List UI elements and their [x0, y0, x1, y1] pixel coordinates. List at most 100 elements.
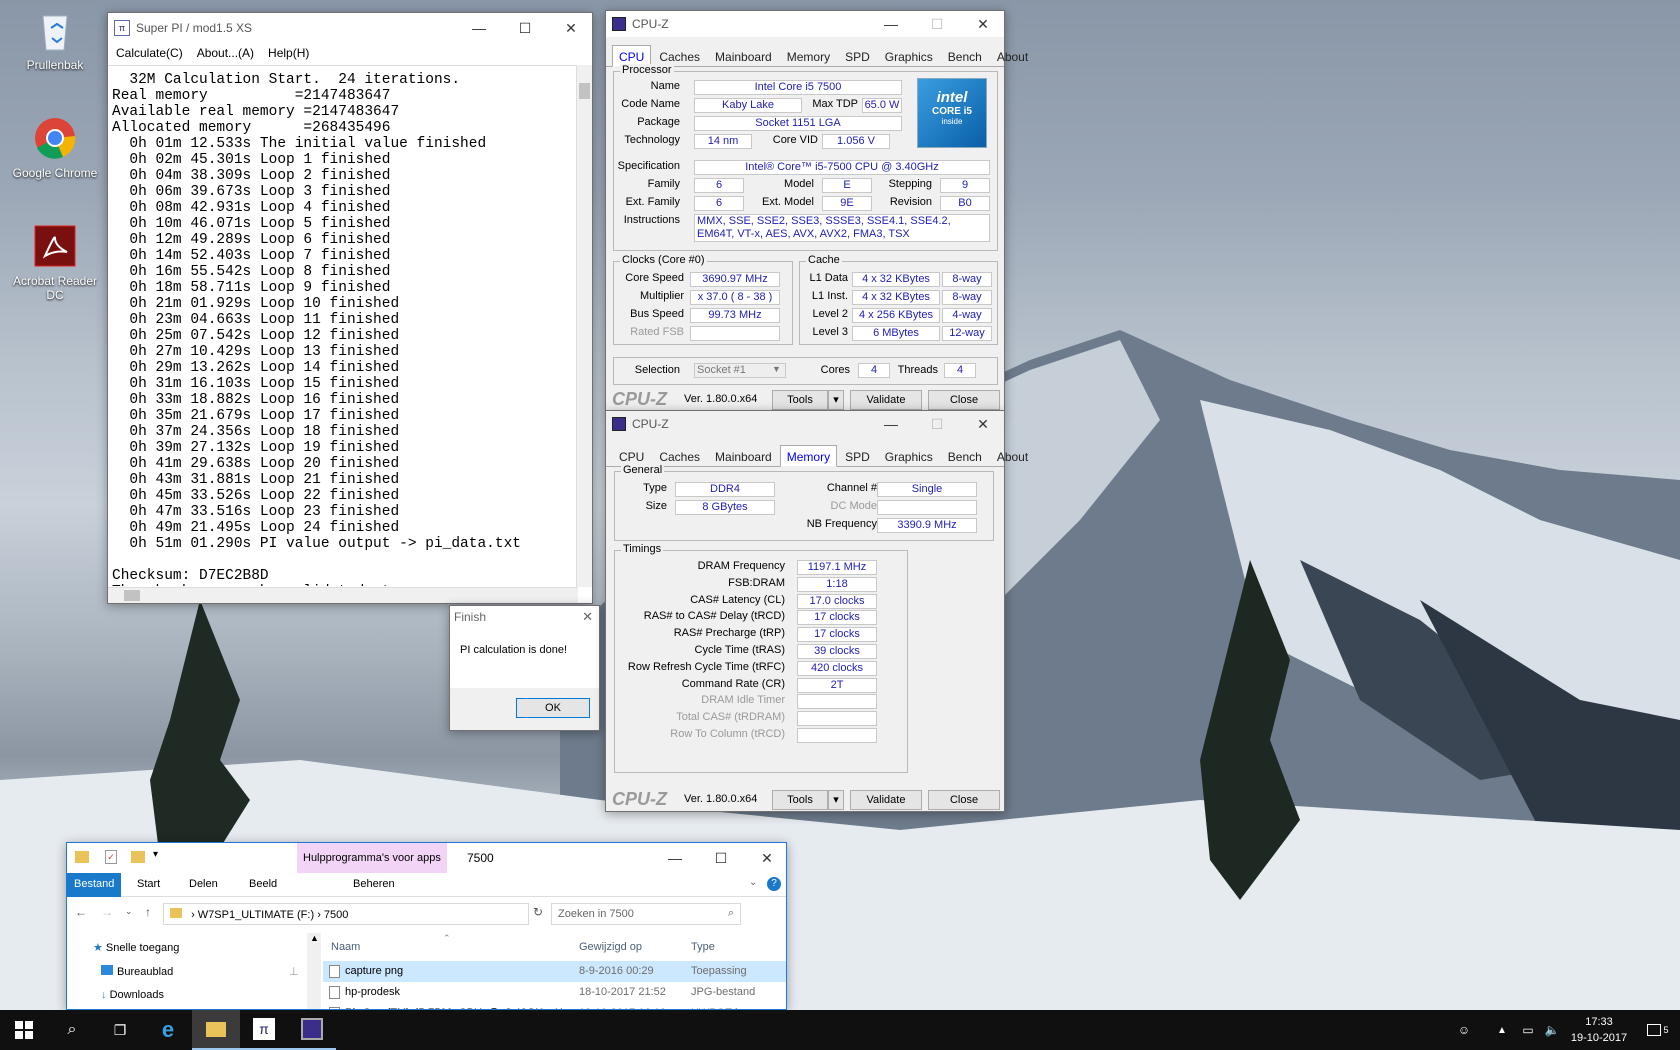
file-row[interactable]: capture png 8-9-2016 00:29 Toepassing	[323, 961, 786, 982]
address-bar[interactable]: › W7SP1_ULTIMATE (F:) › 7500	[163, 903, 529, 925]
maximize-button[interactable]: ☐	[914, 11, 960, 37]
close-button[interactable]: ✕	[744, 843, 786, 873]
chevron-down-icon[interactable]: ▼	[772, 364, 781, 374]
nav-desktop[interactable]: Bureaublad	[101, 965, 173, 978]
nav-quick-access[interactable]: ★ Snelle toegang	[93, 941, 179, 954]
vertical-scrollbar[interactable]	[576, 65, 592, 587]
menu-about[interactable]: About...(A)	[197, 46, 254, 60]
explorer-titlebar[interactable]: ✓ ▾ Hulpprogramma's voor apps 7500 — ☐ ✕	[67, 843, 786, 873]
col-gewijzigd[interactable]: Gewijzigd op	[579, 941, 642, 953]
nav-downloads[interactable]: ↓ Downloads	[101, 989, 164, 1001]
menu-help[interactable]: Help(H)	[268, 46, 309, 60]
close-button[interactable]: ✕	[548, 13, 594, 43]
desktop-icon-recycle-bin[interactable]: Prullenbak	[5, 8, 105, 72]
tab-about[interactable]: About	[990, 445, 1035, 467]
hscroll-thumb[interactable]	[124, 590, 140, 601]
volume-icon[interactable]: 🔈	[1540, 1010, 1564, 1050]
maximize-button[interactable]: ☐	[914, 411, 960, 437]
superpi-taskbar-button[interactable]: π	[240, 1010, 288, 1050]
minimize-button[interactable]: —	[652, 843, 698, 873]
maximize-button[interactable]: ☐	[502, 13, 548, 43]
tab-beheren[interactable]: Beheren	[353, 878, 395, 890]
tools-button[interactable]: Tools	[772, 390, 828, 410]
desktop-icon-acrobat[interactable]: Acrobat Reader DC	[5, 224, 105, 302]
clock[interactable]: 17:33 19-10-2017	[1566, 1014, 1632, 1046]
minimize-button[interactable]: —	[868, 11, 914, 37]
minimize-button[interactable]: —	[456, 13, 502, 43]
action-center-button[interactable]: 5	[1636, 1010, 1680, 1050]
breadcrumb-drive[interactable]: W7SP1_ULTIMATE (F:)	[198, 909, 314, 921]
up-icon[interactable]: ↑	[145, 905, 151, 919]
tab-graphics[interactable]: Graphics	[878, 45, 940, 67]
forward-icon[interactable]: →	[101, 905, 113, 919]
properties-icon[interactable]: ✓	[105, 850, 117, 864]
desktop-icon-chrome[interactable]: Google Chrome	[5, 116, 105, 180]
search-button[interactable]: ⌕	[48, 1010, 96, 1050]
tab-delen[interactable]: Delen	[189, 878, 218, 890]
close-button[interactable]: Close	[928, 390, 1000, 410]
search-input[interactable]: Zoeken in 7500	[558, 908, 634, 920]
finish-close-icon[interactable]: ✕	[582, 609, 593, 625]
col-type[interactable]: Type	[691, 941, 715, 953]
spec-value: Intel® Core™ i5-7500 CPU @ 3.40GHz	[694, 160, 990, 175]
tab-mainboard[interactable]: Mainboard	[708, 445, 779, 467]
tab-mainboard[interactable]: Mainboard	[708, 45, 779, 67]
horizontal-scrollbar[interactable]	[108, 587, 578, 603]
scroll-up-icon[interactable]: ▲	[310, 933, 319, 943]
file-row[interactable]: hp-prodesk 18-10-2017 21:52 JPG-bestand	[323, 982, 786, 1003]
file-row[interactable]: R)_Core(TM)_i5-7500_CPU_@_3.40GHz_H...19…	[323, 1003, 786, 1009]
tab-memory[interactable]: Memory	[780, 45, 837, 67]
close-button[interactable]: ✕	[960, 411, 1006, 437]
cpuz-taskbar-button[interactable]	[288, 1010, 336, 1050]
processor-label: Processor	[620, 64, 674, 76]
tools-dropdown[interactable]: ▾	[828, 390, 844, 410]
nav-scrollbar[interactable]: ▲	[307, 933, 321, 1009]
refresh-icon[interactable]: ↻	[533, 905, 543, 919]
cpuz-titlebar[interactable]: CPU-Z — ☐ ✕	[606, 11, 1004, 37]
validate-button[interactable]: Validate	[850, 790, 922, 810]
menu-calculate[interactable]: Calculate(C)	[116, 46, 183, 60]
minimize-button[interactable]: —	[868, 411, 914, 437]
family-label: Family	[647, 178, 680, 190]
superpi-titlebar[interactable]: π Super PI / mod1.5 XS — ☐ ✕	[108, 13, 592, 43]
people-button[interactable]: ☺	[1444, 1010, 1484, 1050]
close-button[interactable]: ✕	[960, 11, 1006, 37]
scroll-thumb[interactable]	[579, 83, 590, 99]
explorer-taskbar-button[interactable]	[192, 1010, 240, 1050]
help-icon[interactable]: ?	[767, 877, 781, 891]
network-icon[interactable]: ▭	[1516, 1010, 1540, 1050]
channel-value: Single	[877, 482, 977, 497]
cpuz-titlebar[interactable]: CPU-Z — ☐ ✕	[606, 411, 1004, 437]
ok-button[interactable]: OK	[516, 698, 590, 718]
task-view-button[interactable]: ❐	[96, 1010, 144, 1050]
show-hidden-icons[interactable]: ▲	[1490, 1010, 1514, 1050]
col-naam[interactable]: Naam	[331, 941, 360, 953]
tab-bench[interactable]: Bench	[941, 45, 989, 67]
maximize-button[interactable]: ☐	[698, 843, 744, 873]
back-icon[interactable]: ←	[75, 905, 87, 919]
search-box[interactable]: Zoeken in 7500 ⌕	[551, 903, 741, 925]
tools-button[interactable]: Tools	[772, 790, 828, 810]
tab-spd[interactable]: SPD	[838, 445, 877, 467]
validate-button[interactable]: Validate	[850, 390, 922, 410]
tab-memory[interactable]: Memory	[779, 445, 838, 467]
ribbon-expand-icon[interactable]: ⌄	[749, 877, 757, 888]
start-button[interactable]	[0, 1010, 48, 1050]
tab-bench[interactable]: Bench	[941, 445, 989, 467]
new-folder-icon[interactable]	[131, 851, 145, 863]
search-icon[interactable]: ⌕	[728, 907, 734, 920]
breadcrumb-folder[interactable]: 7500	[324, 909, 348, 921]
close-button[interactable]: Close	[928, 790, 1000, 810]
finish-titlebar[interactable]: Finish ✕	[450, 606, 599, 630]
tab-about[interactable]: About	[990, 45, 1035, 67]
qat-dropdown-icon[interactable]: ▾	[153, 849, 158, 860]
tab-graphics[interactable]: Graphics	[878, 445, 940, 467]
edge-button[interactable]: e	[144, 1010, 192, 1050]
recent-dropdown-icon[interactable]: ⌄	[125, 906, 133, 917]
tab-beeld[interactable]: Beeld	[249, 878, 277, 890]
tab-start[interactable]: Start	[137, 878, 160, 890]
tab-bestand[interactable]: Bestand	[67, 873, 122, 897]
output-area[interactable]: 32M Calculation Start. 24 iterations. Rea…	[108, 65, 588, 586]
tab-spd[interactable]: SPD	[838, 45, 877, 67]
tools-dropdown[interactable]: ▾	[828, 790, 844, 810]
